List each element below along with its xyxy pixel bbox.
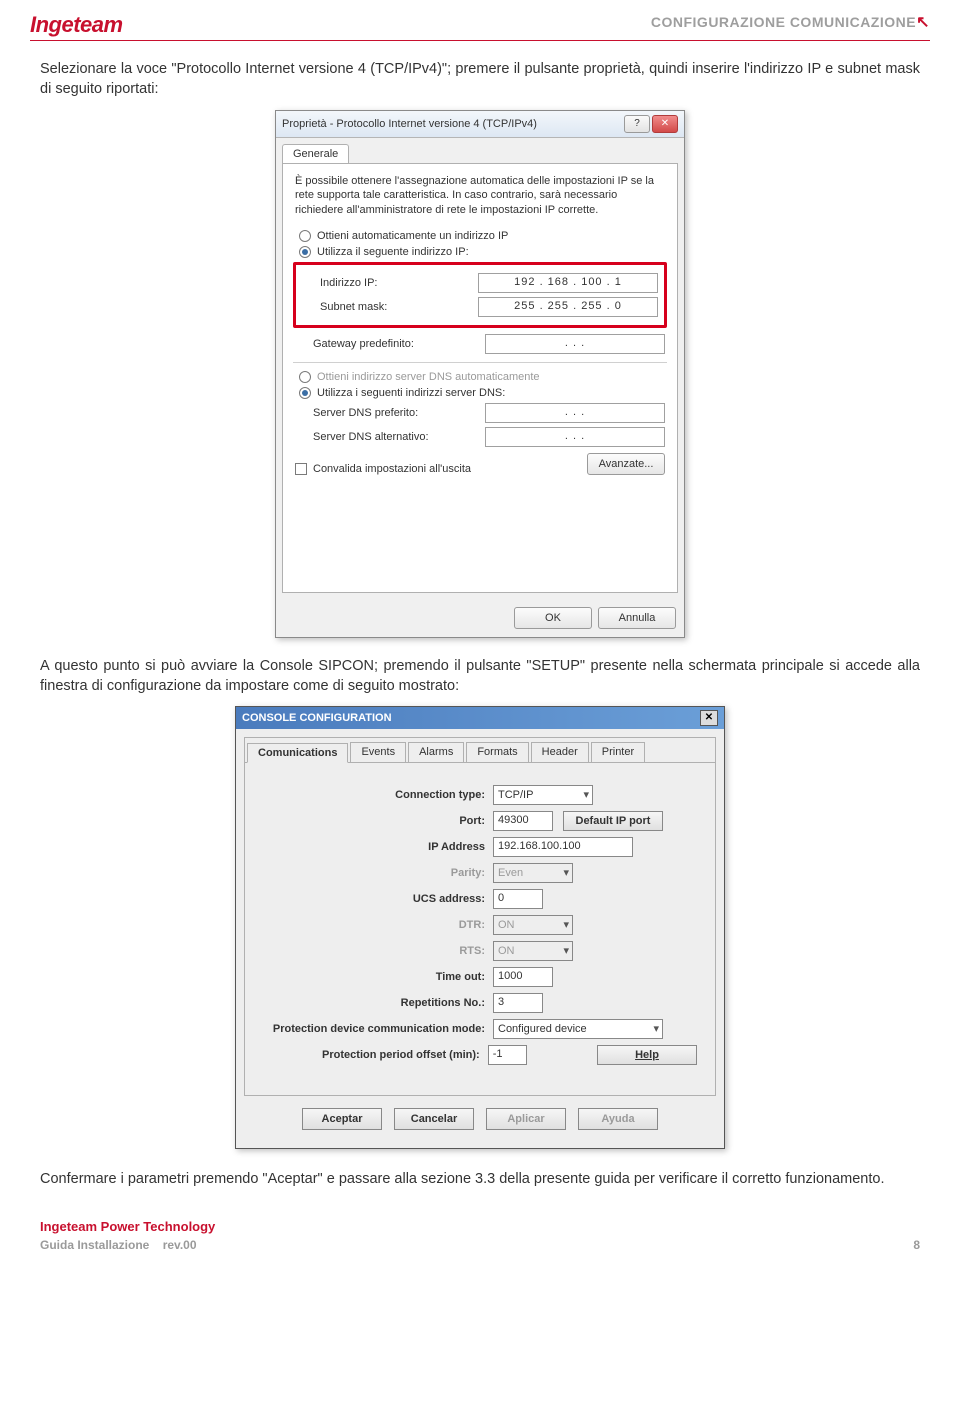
input-port[interactable]: 49300 — [493, 811, 553, 831]
dialog-titlebar: Proprietà - Protocollo Internet versione… — [276, 111, 684, 138]
radio-manual-dns[interactable]: Utilizza i seguenti indirizzi server DNS… — [299, 387, 665, 399]
accept-button[interactable]: Aceptar — [302, 1108, 382, 1130]
paragraph-3: Confermare i parametri premendo "Aceptar… — [0, 1169, 960, 1189]
page-footer: Ingeteam Power Technology Guida Installa… — [0, 1199, 960, 1272]
page-number: 8 — [913, 1238, 920, 1252]
arrow-icon: ↖ — [916, 14, 930, 31]
label-gateway: Gateway predefinito: — [313, 338, 443, 350]
label-validate: Convalida impostazioni all'uscita — [313, 463, 471, 475]
apply-button[interactable]: Aplicar — [486, 1108, 566, 1130]
footer-company: Ingeteam Power Technology — [40, 1219, 920, 1234]
select-dtr: ON — [493, 915, 573, 935]
select-connection-type[interactable]: TCP/IP — [493, 785, 593, 805]
label-repetitions: Repetitions No.: — [263, 997, 493, 1009]
input-ip[interactable]: 192 . 168 . 100 . 1 — [478, 273, 658, 293]
footer-doc: Guida Installazione — [40, 1238, 149, 1252]
close-button[interactable]: ✕ — [700, 710, 718, 726]
divider — [30, 40, 930, 41]
help-button[interactable]: ? — [624, 115, 650, 133]
select-rts: ON — [493, 941, 573, 961]
label-prot-offset: Protection period offset (min): — [263, 1049, 488, 1061]
label-prot-comm-mode: Protection device communication mode: — [263, 1023, 493, 1035]
help-button[interactable]: Help — [597, 1045, 697, 1065]
ayuda-button[interactable]: Ayuda — [578, 1108, 658, 1130]
footer-rev: rev.00 — [163, 1238, 197, 1252]
tab-general[interactable]: Generale — [282, 144, 349, 163]
tab-formats[interactable]: Formats — [466, 742, 528, 762]
label-ip: Indirizzo IP: — [320, 277, 450, 289]
close-button[interactable]: ✕ — [652, 115, 678, 133]
paragraph-2: A questo punto si può avviare la Console… — [0, 656, 960, 697]
input-dns1[interactable]: . . . — [485, 403, 665, 423]
input-dns2[interactable]: . . . — [485, 427, 665, 447]
ok-button[interactable]: OK — [514, 607, 592, 629]
checkbox-validate[interactable] — [295, 463, 307, 475]
ipv4-properties-dialog: Proprietà - Protocollo Internet versione… — [275, 110, 685, 638]
input-ip-address[interactable]: 192.168.100.100 — [493, 837, 633, 857]
input-prot-offset[interactable]: -1 — [488, 1045, 527, 1065]
label-dtr: DTR: — [263, 919, 493, 931]
input-gateway[interactable]: . . . — [485, 334, 665, 354]
logo: Ingeteam — [30, 12, 123, 38]
label-parity: Parity: — [263, 867, 493, 879]
label-rts: RTS: — [263, 945, 493, 957]
select-parity: Even — [493, 863, 573, 883]
input-time-out[interactable]: 1000 — [493, 967, 553, 987]
label-ip-address: IP Address — [263, 841, 493, 853]
section-title: CONFIGURAZIONE COMUNICAZIONE↖ — [651, 12, 930, 32]
radio-manual-ip[interactable]: Utilizza il seguente indirizzo IP: — [299, 246, 665, 258]
console-config-dialog: CONSOLE CONFIGURATION ✕ Comunications Ev… — [235, 706, 725, 1149]
page-header: Ingeteam CONFIGURAZIONE COMUNICAZIONE↖ — [0, 0, 960, 40]
tab-header[interactable]: Header — [531, 742, 589, 762]
tab-communications[interactable]: Comunications — [247, 743, 348, 763]
tab-events[interactable]: Events — [350, 742, 406, 762]
label-ucs-address: UCS address: — [263, 893, 493, 905]
tab-printer[interactable]: Printer — [591, 742, 645, 762]
radio-auto-dns[interactable]: Ottieni indirizzo server DNS automaticam… — [299, 371, 665, 383]
label-dns2: Server DNS alternativo: — [313, 431, 443, 443]
label-time-out: Time out: — [263, 971, 493, 983]
label-connection-type: Connection type: — [263, 789, 493, 801]
label-port: Port: — [263, 815, 493, 827]
console-title: CONSOLE CONFIGURATION — [242, 712, 392, 724]
input-repetitions[interactable]: 3 — [493, 993, 543, 1013]
dialog-title: Proprietà - Protocollo Internet versione… — [282, 118, 537, 130]
select-prot-comm-mode[interactable]: Configured device — [493, 1019, 663, 1039]
cancel-button[interactable]: Cancelar — [394, 1108, 474, 1130]
console-titlebar: CONSOLE CONFIGURATION ✕ — [236, 707, 724, 729]
tab-alarms[interactable]: Alarms — [408, 742, 464, 762]
radio-icon — [299, 230, 311, 242]
radio-icon — [299, 371, 311, 383]
advanced-button[interactable]: Avanzate... — [587, 453, 665, 475]
label-subnet: Subnet mask: — [320, 301, 450, 313]
default-ip-port-button[interactable]: Default IP port — [563, 811, 663, 831]
radio-auto-ip[interactable]: Ottieni automaticamente un indirizzo IP — [299, 230, 665, 242]
radio-icon — [299, 387, 311, 399]
input-ucs-address[interactable]: 0 — [493, 889, 543, 909]
paragraph-1: Selezionare la voce "Protocollo Internet… — [0, 59, 960, 100]
input-subnet[interactable]: 255 . 255 . 255 . 0 — [478, 297, 658, 317]
dialog-description: È possibile ottenere l'assegnazione auto… — [295, 174, 665, 219]
highlighted-ip-fields: Indirizzo IP: 192 . 168 . 100 . 1 Subnet… — [293, 262, 667, 328]
cancel-button[interactable]: Annulla — [598, 607, 676, 629]
label-dns1: Server DNS preferito: — [313, 407, 443, 419]
radio-icon — [299, 246, 311, 258]
